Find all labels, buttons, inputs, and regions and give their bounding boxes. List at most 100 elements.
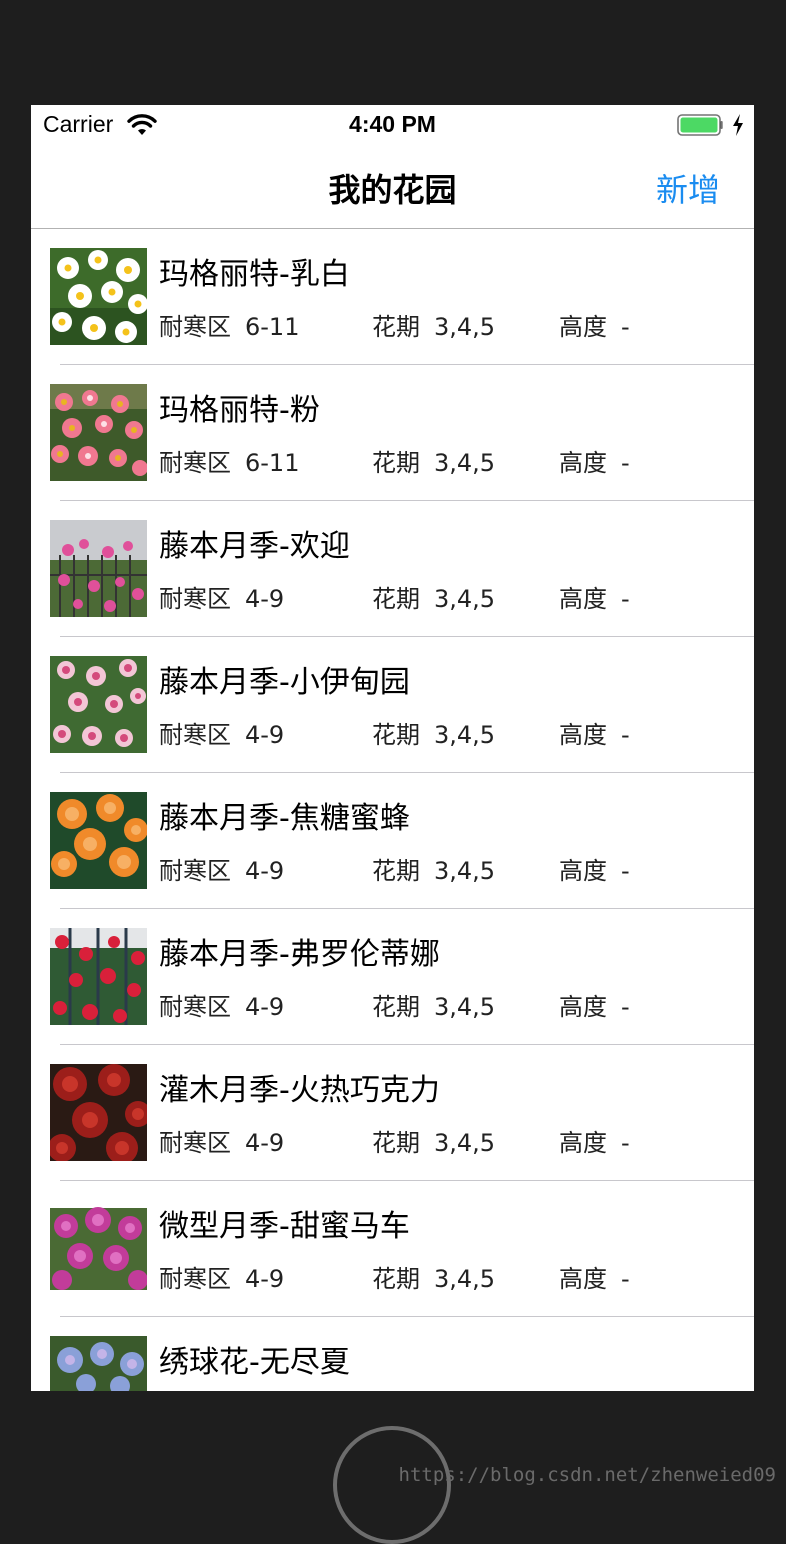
white-daisy-photo <box>50 248 147 345</box>
hardiness-value: 4-9 <box>245 993 285 1021</box>
plant-row[interactable]: 微型月季-甜蜜马车 耐寒区 4-9 花期 3,4,5 高度 - <box>50 1181 754 1317</box>
height-label: 高度 <box>559 313 607 341</box>
hardiness-value: 4-9 <box>245 721 285 749</box>
plant-height: 高度 - <box>559 579 630 614</box>
plant-name: 藤本月季-弗罗伦蒂娜 <box>159 937 440 972</box>
bloom-period: 花期 3,4,5 <box>372 987 495 1022</box>
height-value: - <box>621 857 630 885</box>
height-value: - <box>621 721 630 749</box>
plant-row[interactable]: 玛格丽特-乳白 耐寒区 6-11 花期 3,4,5 高度 - <box>50 229 754 365</box>
bloom-label: 花期 <box>372 585 420 613</box>
navigation-bar: 我的花园 新增 <box>31 145 754 229</box>
hardiness-label: 耐寒区 <box>159 721 231 749</box>
bloom-period: 花期 3,4,5 <box>372 307 495 342</box>
plant-row[interactable]: 灌木月季-火热巧克力 耐寒区 4-9 花期 3,4,5 高度 - <box>50 1045 754 1181</box>
pink-climbing-rose-photo <box>50 520 147 617</box>
plant-height: 高度 - <box>559 715 630 750</box>
height-value: - <box>621 993 630 1021</box>
hardiness-value: 4-9 <box>245 585 285 613</box>
height-value: - <box>621 1129 630 1157</box>
bloom-value: 3,4,5 <box>434 721 496 749</box>
hardiness-zone: 耐寒区 4-9 <box>159 851 284 886</box>
bloom-period: 花期 3,4,5 <box>372 1123 495 1158</box>
hardiness-value: 6-11 <box>245 313 300 341</box>
app-screen: Carrier 4:40 PM 我的花园 新增 玛格丽特-乳白 耐寒区 6-11… <box>31 105 754 1391</box>
hardiness-label: 耐寒区 <box>159 1265 231 1293</box>
plant-name: 藤本月季-焦糖蜜蜂 <box>159 801 410 836</box>
plant-list: 玛格丽特-乳白 耐寒区 6-11 花期 3,4,5 高度 - 玛格丽特-粉 耐寒… <box>31 229 754 1391</box>
hardiness-label: 耐寒区 <box>159 1129 231 1157</box>
plant-name: 灌木月季-火热巧克力 <box>159 1073 440 1108</box>
hardiness-zone: 耐寒区 4-9 <box>159 1123 284 1158</box>
height-value: - <box>621 313 630 341</box>
bloom-period: 花期 3,4,5 <box>372 715 495 750</box>
hardiness-zone: 耐寒区 4-9 <box>159 987 284 1022</box>
hardiness-zone: 耐寒区 6-11 <box>159 443 299 478</box>
bloom-value: 3,4,5 <box>434 993 496 1021</box>
light-pink-rose-photo <box>50 656 147 753</box>
height-label: 高度 <box>559 1129 607 1157</box>
plant-height: 高度 - <box>559 443 630 478</box>
bloom-label: 花期 <box>372 721 420 749</box>
hardiness-zone: 耐寒区 4-9 <box>159 579 284 614</box>
height-value: - <box>621 449 630 477</box>
plant-row[interactable]: 绣球花-无尽夏 <box>50 1317 754 1391</box>
bloom-value: 3,4,5 <box>434 449 496 477</box>
hardiness-label: 耐寒区 <box>159 449 231 477</box>
pink-daisy-photo <box>50 384 147 481</box>
plant-row[interactable]: 藤本月季-小伊甸园 耐寒区 4-9 花期 3,4,5 高度 - <box>50 637 754 773</box>
plant-row[interactable]: 藤本月季-弗罗伦蒂娜 耐寒区 4-9 花期 3,4,5 高度 - <box>50 909 754 1045</box>
height-label: 高度 <box>559 721 607 749</box>
height-label: 高度 <box>559 585 607 613</box>
plant-height: 高度 - <box>559 987 630 1022</box>
bloom-value: 3,4,5 <box>434 1129 496 1157</box>
plant-row[interactable]: 藤本月季-焦糖蜜蜂 耐寒区 4-9 花期 3,4,5 高度 - <box>50 773 754 909</box>
hardiness-zone: 耐寒区 4-9 <box>159 1259 284 1294</box>
plant-name: 绣球花-无尽夏 <box>159 1345 350 1380</box>
orange-rose-photo <box>50 792 147 889</box>
hardiness-value: 4-9 <box>245 1265 285 1293</box>
bloom-value: 3,4,5 <box>434 1265 496 1293</box>
bloom-label: 花期 <box>372 1265 420 1293</box>
hardiness-value: 4-9 <box>245 857 285 885</box>
bloom-label: 花期 <box>372 313 420 341</box>
hydrangea-photo <box>50 1336 147 1391</box>
plant-height: 高度 - <box>559 307 630 342</box>
bloom-period: 花期 3,4,5 <box>372 851 495 886</box>
bloom-label: 花期 <box>372 449 420 477</box>
plant-height: 高度 - <box>559 1123 630 1158</box>
plant-name: 藤本月季-欢迎 <box>159 529 350 564</box>
page-title: 我的花园 <box>328 171 457 209</box>
dark-red-rose-photo <box>50 1064 147 1161</box>
bloom-label: 花期 <box>372 857 420 885</box>
plant-height: 高度 - <box>559 1259 630 1294</box>
bloom-period: 花期 3,4,5 <box>372 443 495 478</box>
hardiness-label: 耐寒区 <box>159 993 231 1021</box>
bloom-label: 花期 <box>372 1129 420 1157</box>
plant-name: 玛格丽特-乳白 <box>159 257 350 292</box>
plant-name: 玛格丽特-粉 <box>159 393 320 428</box>
bolt-icon <box>733 114 743 136</box>
height-value: - <box>621 1265 630 1293</box>
watermark: https://blog.csdn.net/zhenweied09 <box>398 1464 777 1486</box>
red-climbing-rose-photo <box>50 928 147 1025</box>
status-time: 4:40 PM <box>349 111 436 137</box>
height-value: - <box>621 585 630 613</box>
bloom-value: 3,4,5 <box>434 313 496 341</box>
bloom-period: 花期 3,4,5 <box>372 1259 495 1294</box>
bloom-label: 花期 <box>372 993 420 1021</box>
bloom-period: 花期 3,4,5 <box>372 579 495 614</box>
height-label: 高度 <box>559 1265 607 1293</box>
hardiness-label: 耐寒区 <box>159 585 231 613</box>
hardiness-value: 6-11 <box>245 449 300 477</box>
battery-icon <box>677 114 723 136</box>
plant-row[interactable]: 藤本月季-欢迎 耐寒区 4-9 花期 3,4,5 高度 - <box>50 501 754 637</box>
status-bar: Carrier 4:40 PM <box>31 105 754 145</box>
hardiness-zone: 耐寒区 6-11 <box>159 307 299 342</box>
plant-row[interactable]: 玛格丽特-粉 耐寒区 6-11 花期 3,4,5 高度 - <box>50 365 754 501</box>
add-plant-button[interactable]: 新增 <box>656 165 720 211</box>
height-label: 高度 <box>559 993 607 1021</box>
hardiness-label: 耐寒区 <box>159 857 231 885</box>
bloom-value: 3,4,5 <box>434 857 496 885</box>
plant-height: 高度 - <box>559 851 630 886</box>
